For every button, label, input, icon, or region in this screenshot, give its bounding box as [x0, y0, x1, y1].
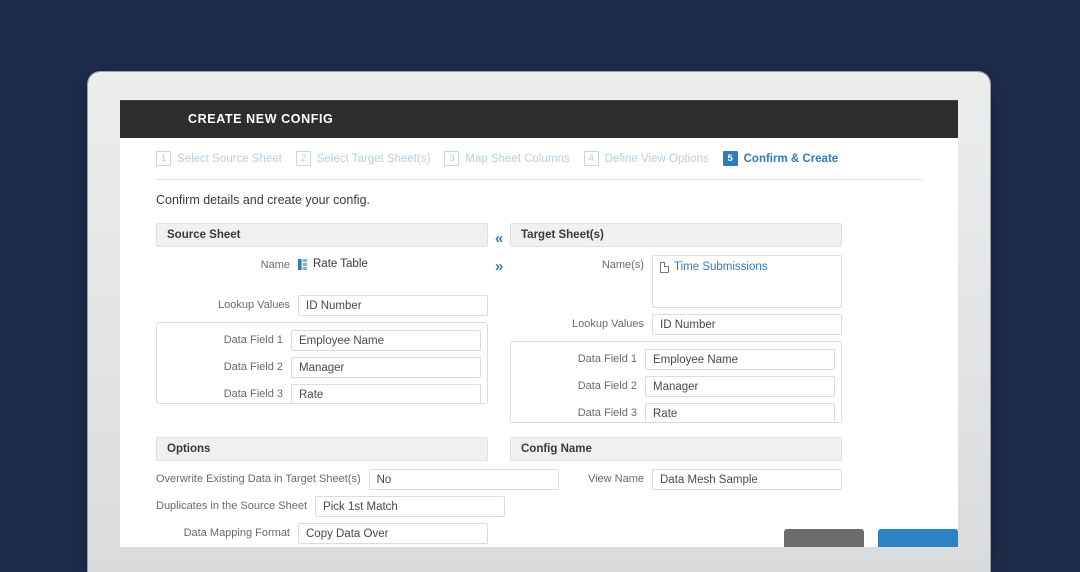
page-intro: Confirm details and create your config. — [156, 180, 922, 223]
target-lookup-label: Lookup Values — [510, 314, 652, 330]
source-field-1-label: Data Field 1 — [163, 330, 291, 346]
target-names-row: Name(s) Time Submissions — [510, 255, 842, 308]
source-name-label: Name — [156, 255, 298, 271]
source-name-value-wrap: Rate Table — [298, 255, 488, 273]
step-5-label: Confirm & Create — [744, 153, 839, 165]
app-title: CREATE NEW CONFIG — [188, 112, 333, 126]
target-field-1-label: Data Field 1 — [517, 349, 645, 365]
step-4[interactable]: 4 Define View Options — [584, 151, 709, 166]
source-panel-title: Source Sheet — [156, 223, 488, 247]
double-chevron-left-icon[interactable]: « — [495, 231, 503, 246]
wizard-steps: 1 Select Source Sheet 2 Select Target Sh… — [156, 138, 922, 180]
double-chevron-right-icon[interactable]: » — [495, 259, 503, 274]
step-2[interactable]: 2 Select Target Sheet(s) — [296, 151, 431, 166]
wizard-page: 1 Select Source Sheet 2 Select Target Sh… — [120, 138, 958, 547]
target-names-label: Name(s) — [510, 255, 652, 271]
sheet-icon — [298, 259, 307, 270]
target-name-item[interactable]: Time Submissions — [660, 261, 834, 273]
target-field-3-label: Data Field 3 — [517, 403, 645, 419]
source-lookup-input[interactable]: ID Number — [298, 295, 488, 316]
target-field-1-input[interactable]: Employee Name — [645, 349, 835, 370]
option-overwrite-label: Overwrite Existing Data in Target Sheet(… — [156, 469, 369, 485]
source-field-3-input[interactable]: Rate — [291, 384, 481, 404]
mapping-columns: Source Sheet Name Rate Table — [156, 223, 922, 423]
source-field-2-row: Data Field 2 Manager — [163, 357, 481, 378]
source-field-3-row: Data Field 3 Rate — [163, 384, 481, 404]
target-column: Target Sheet(s) Name(s) Time Submissions… — [510, 223, 842, 423]
step-5-number: 5 — [723, 151, 738, 166]
step-3-label: Map Sheet Columns — [465, 153, 569, 165]
target-names-listbox[interactable]: Time Submissions — [652, 255, 842, 308]
step-5[interactable]: 5 Confirm & Create — [723, 151, 839, 166]
view-name-label: View Name — [510, 469, 652, 485]
options-panel-title: Options — [156, 437, 488, 461]
app-header: CREATE NEW CONFIG — [120, 100, 958, 138]
sheet-icon-svg — [298, 259, 307, 270]
option-duplicates-select[interactable]: Pick 1st Match — [315, 496, 505, 517]
step-3[interactable]: 3 Map Sheet Columns — [444, 151, 569, 166]
step-1-label: Select Source Sheet — [177, 153, 282, 165]
source-field-2-label: Data Field 2 — [163, 357, 291, 373]
target-lookup-input[interactable]: ID Number — [652, 314, 842, 335]
target-lookup-row: Lookup Values ID Number — [510, 314, 842, 335]
source-name-row: Name Rate Table — [156, 255, 488, 273]
target-panel-title: Target Sheet(s) — [510, 223, 842, 247]
options-column: Options Overwrite Existing Data in Targe… — [156, 437, 488, 547]
target-field-3-input[interactable]: Rate — [645, 403, 835, 423]
document-icon — [660, 262, 669, 273]
create-button[interactable] — [878, 529, 958, 547]
source-field-2-input[interactable]: Manager — [291, 357, 481, 378]
option-mapping-format-row: Data Mapping Format Copy Data Over — [156, 523, 488, 544]
option-mapping-format-select[interactable]: Copy Data Over — [298, 523, 488, 544]
option-mapping-format-label: Data Mapping Format — [156, 523, 298, 539]
footer-buttons — [784, 529, 958, 547]
step-4-number: 4 — [584, 151, 599, 166]
cancel-button[interactable] — [784, 529, 864, 547]
step-2-number: 2 — [296, 151, 311, 166]
target-data-fields-group: Data Field 1 Employee Name Data Field 2 … — [510, 341, 842, 423]
source-field-1-row: Data Field 1 Employee Name — [163, 330, 481, 351]
view-name-row: View Name Data Mesh Sample — [510, 469, 842, 490]
source-field-3-label: Data Field 3 — [163, 384, 291, 400]
target-field-1-row: Data Field 1 Employee Name — [517, 349, 835, 370]
view-name-input[interactable]: Data Mesh Sample — [652, 469, 842, 490]
target-field-2-input[interactable]: Manager — [645, 376, 835, 397]
target-field-2-label: Data Field 2 — [517, 376, 645, 392]
source-field-1-input[interactable]: Employee Name — [291, 330, 481, 351]
app-screen: CREATE NEW CONFIG 1 Select Source Sheet … — [120, 100, 958, 547]
step-1[interactable]: 1 Select Source Sheet — [156, 151, 282, 166]
source-lookup-label: Lookup Values — [156, 295, 298, 311]
source-name-value: Rate Table — [313, 258, 368, 270]
step-1-number: 1 — [156, 151, 171, 166]
step-3-number: 3 — [444, 151, 459, 166]
config-panel-title: Config Name — [510, 437, 842, 461]
source-data-fields-group: Data Field 1 Employee Name Data Field 2 … — [156, 322, 488, 404]
option-duplicates-label: Duplicates in the Source Sheet — [156, 496, 315, 512]
target-field-3-row: Data Field 3 Rate — [517, 403, 835, 423]
target-field-2-row: Data Field 2 Manager — [517, 376, 835, 397]
option-overwrite-row: Overwrite Existing Data in Target Sheet(… — [156, 469, 488, 490]
target-name-item-label: Time Submissions — [674, 261, 768, 273]
source-column: Source Sheet Name Rate Table — [156, 223, 488, 423]
source-lookup-row: Lookup Values ID Number — [156, 295, 488, 316]
option-duplicates-row: Duplicates in the Source Sheet Pick 1st … — [156, 496, 488, 517]
step-2-label: Select Target Sheet(s) — [317, 153, 431, 165]
step-4-label: Define View Options — [605, 153, 709, 165]
